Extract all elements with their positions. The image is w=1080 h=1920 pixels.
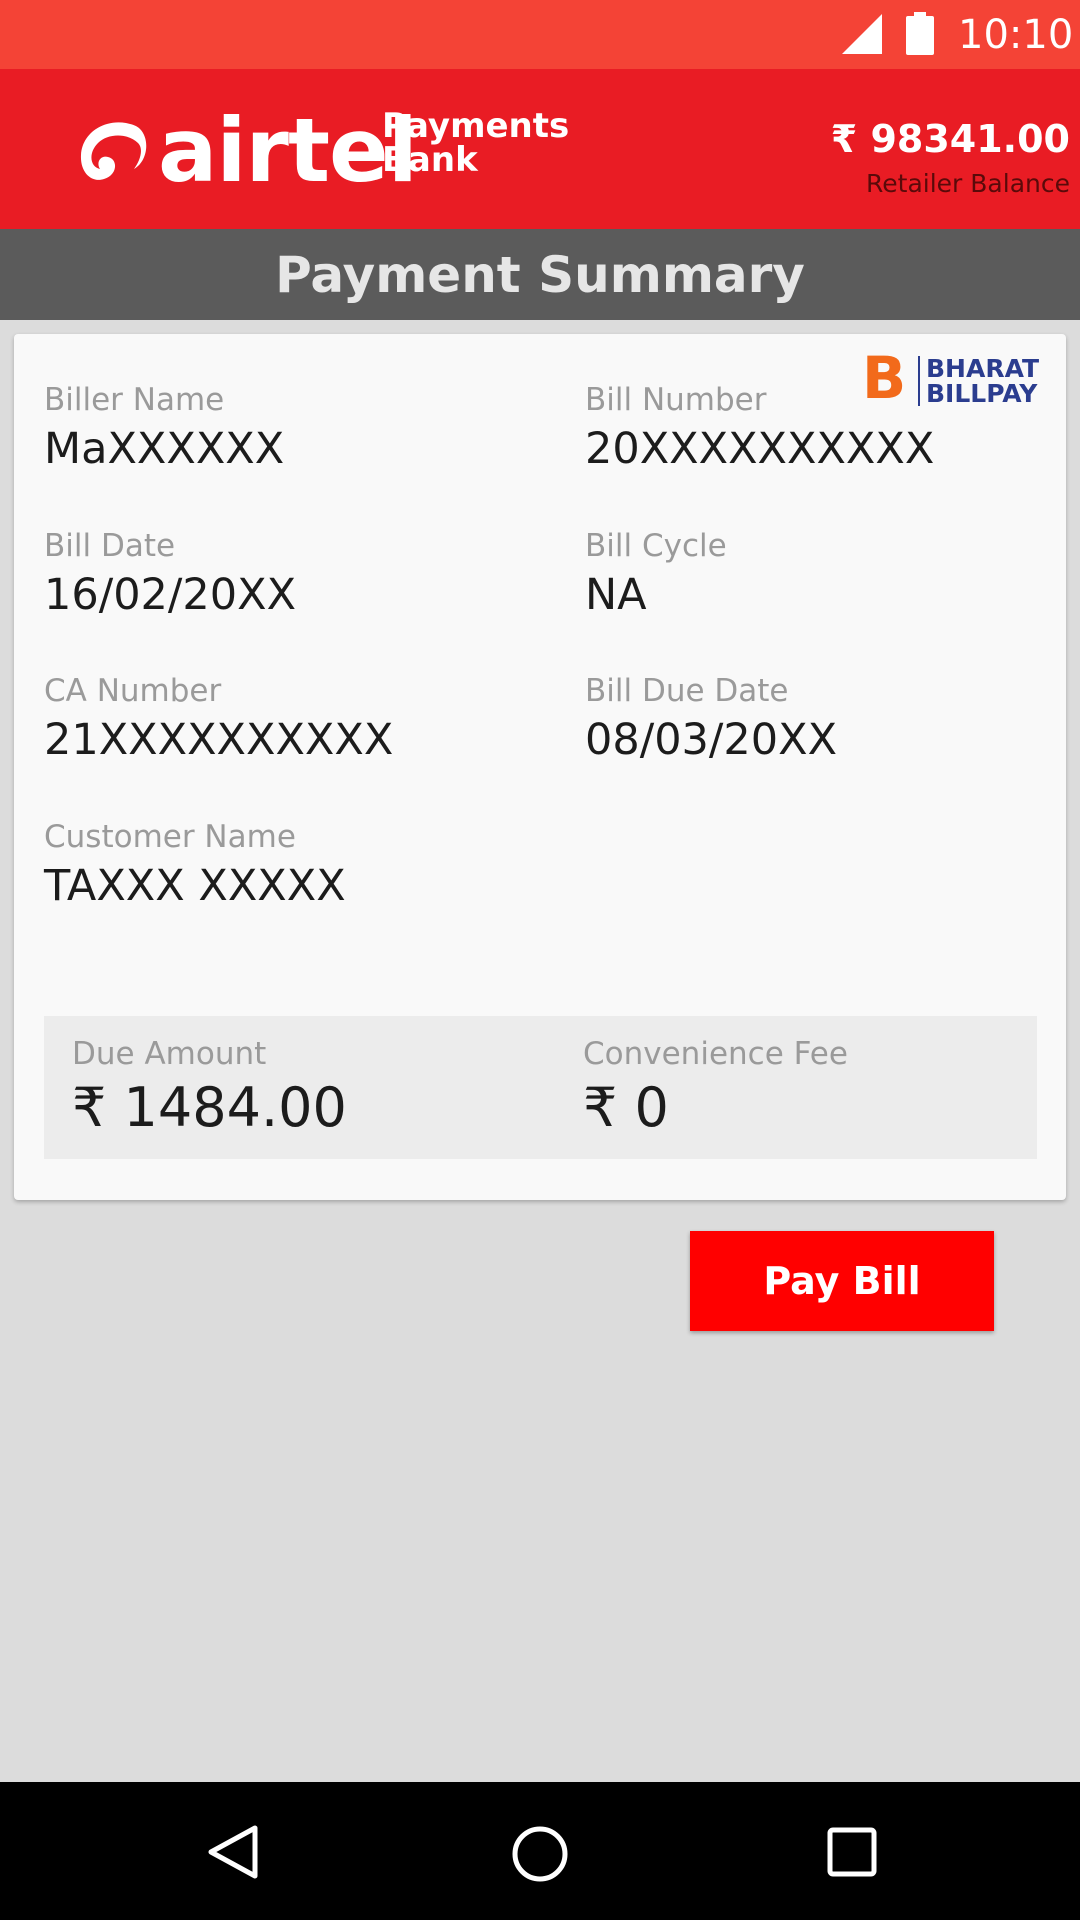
pay-bill-button[interactable]: Pay Bill (690, 1231, 994, 1331)
page-title: Payment Summary (275, 245, 805, 304)
convenience-fee-label: Convenience Fee (583, 1036, 848, 1072)
bharat-billpay-logo: B BHARAT BILLPAY (862, 344, 1052, 412)
payment-summary-card: B BHARAT BILLPAY Biller Name MaXXXXXX Bi… (14, 334, 1066, 1200)
logo-sub: Payments Bank (382, 109, 569, 177)
back-icon[interactable] (205, 1824, 261, 1880)
customer-name-label: Customer Name (44, 819, 296, 855)
amount-box: Due Amount ₹ 1484.00 Convenience Fee ₹ 0 (44, 1016, 1037, 1159)
airtel-payments-bank-logo: airtel Payments Bank (78, 101, 578, 201)
due-amount-label: Due Amount (72, 1036, 267, 1072)
bill-due-date-value: 08/03/20XX (585, 715, 838, 765)
home-icon[interactable] (510, 1824, 570, 1884)
logo-word: airtel (158, 99, 418, 202)
page-title-bar: Payment Summary (0, 229, 1080, 320)
bill-number-label: Bill Number (585, 382, 767, 418)
bill-date-label: Bill Date (44, 528, 176, 564)
status-bar: 10:10 (0, 0, 1080, 69)
biller-name-label: Biller Name (44, 382, 225, 418)
bbps-letter: B (862, 344, 907, 412)
convenience-fee-value: ₹ 0 (583, 1076, 669, 1139)
bill-date-value: 16/02/20XX (44, 570, 297, 620)
customer-name-value: TAXXX XXXXX (44, 861, 346, 911)
status-time: 10:10 (958, 12, 1074, 58)
biller-name-value: MaXXXXXX (44, 424, 285, 474)
bbps-text: BHARAT BILLPAY (918, 356, 1039, 406)
bill-number-value: 20XXXXXXXXXX (585, 424, 935, 474)
battery-icon (906, 12, 934, 55)
retailer-balance-label: Retailer Balance (866, 169, 1070, 198)
bbps-line1: BHARAT (926, 354, 1040, 383)
logo-sub-line2: Bank (382, 140, 478, 180)
ca-number-value: 21XXXXXXXXXX (44, 715, 394, 765)
bill-cycle-label: Bill Cycle (585, 528, 727, 564)
signal-icon (842, 14, 882, 54)
navigation-bar (0, 1782, 1080, 1920)
logo-sub-line1: Payments (382, 106, 570, 146)
bbps-line2: BILLPAY (926, 379, 1038, 408)
recents-icon[interactable] (826, 1826, 878, 1878)
airtel-swoosh-icon (80, 122, 147, 180)
retailer-balance-amount: ₹ 98341.00 (830, 117, 1070, 161)
ca-number-label: CA Number (44, 673, 222, 709)
due-amount-value: ₹ 1484.00 (72, 1076, 347, 1139)
bill-cycle-value: NA (585, 570, 647, 620)
app-header: airtel Payments Bank ₹ 98341.00 Retailer… (0, 69, 1080, 229)
bill-due-date-label: Bill Due Date (585, 673, 789, 709)
